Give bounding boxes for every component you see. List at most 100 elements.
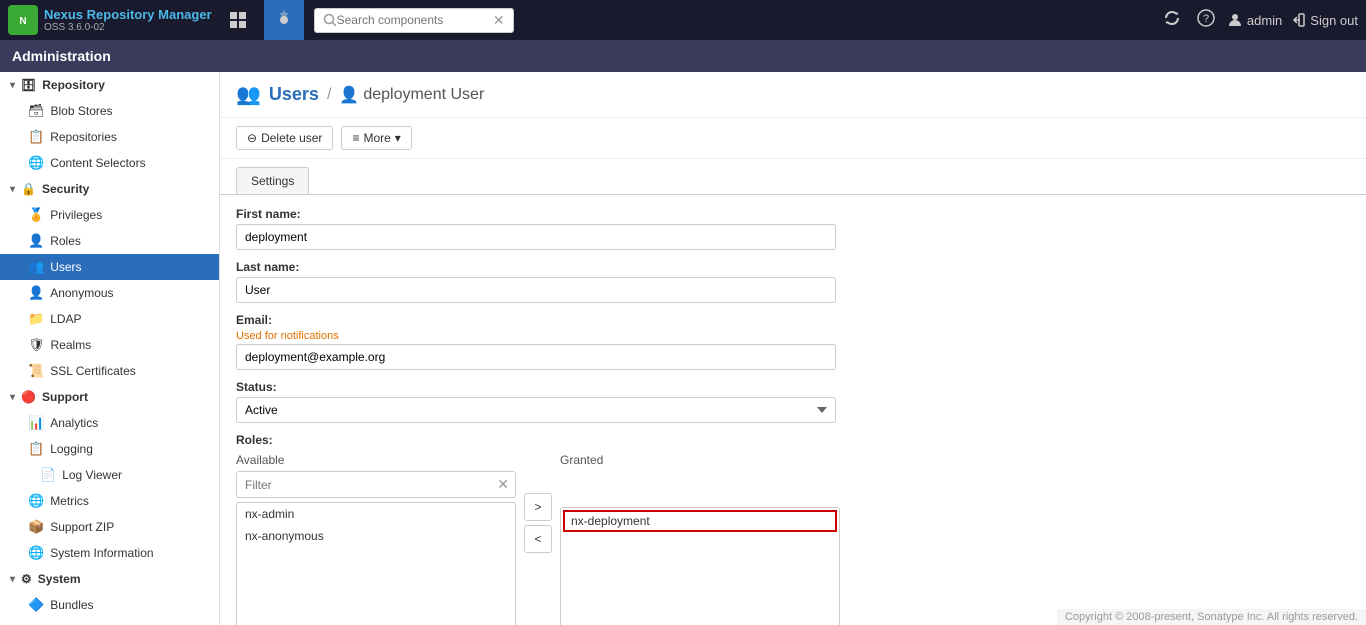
support-zip-icon: 📦 <box>28 519 44 535</box>
sidebar-section-label-repository: Repository <box>42 78 105 92</box>
arrow-icon: ▾ <box>10 80 15 91</box>
sidebar-item-system-info[interactable]: 🌐 System Information <box>0 540 219 566</box>
sidebar-section-label-security: Security <box>42 182 89 196</box>
sidebar-item-logging[interactable]: 📋 Logging <box>0 436 219 462</box>
sidebar-item-label-system-info: System Information <box>50 546 153 560</box>
content-selectors-icon: 🌐 <box>28 155 44 171</box>
email-label: Email: <box>236 313 1350 327</box>
sidebar-section-header-support[interactable]: ▾ 🔴 Support <box>0 384 219 410</box>
signout-icon <box>1290 12 1306 28</box>
sidebar-section-header-repository[interactable]: ▾ 🗄 Repository <box>0 72 219 98</box>
sidebar-item-label-log-viewer: Log Viewer <box>62 468 122 482</box>
sidebar-item-label-roles: Roles <box>50 234 81 248</box>
list-item[interactable]: nx-deployment <box>563 510 837 532</box>
list-item[interactable]: nx-anonymous <box>237 525 515 547</box>
sidebar-item-label-analytics: Analytics <box>50 416 98 430</box>
arrow-icon: ▾ <box>10 392 15 403</box>
help-button[interactable]: ? <box>1193 5 1219 36</box>
refresh-button[interactable] <box>1159 5 1185 36</box>
more-arrow-icon: ▾ <box>395 131 401 145</box>
settings-tab[interactable]: Settings <box>236 167 309 194</box>
sidebar-item-roles[interactable]: 👤 Roles <box>0 228 219 254</box>
sidebar-item-label-blob-stores: Blob Stores <box>51 104 113 118</box>
sidebar-item-bundles[interactable]: 🔷 Bundles <box>0 592 219 618</box>
toolbar: ⊖ Delete user ≡ More ▾ <box>220 118 1366 159</box>
sidebar-item-label-metrics: Metrics <box>50 494 89 508</box>
metrics-icon: 🌐 <box>28 493 44 509</box>
sidebar-item-anonymous[interactable]: 👤 Anonymous <box>0 280 219 306</box>
search-icon <box>323 13 337 27</box>
signout-button[interactable]: Sign out <box>1290 12 1358 28</box>
email-input[interactable] <box>236 344 836 370</box>
app-version: OSS 3.6.0-02 <box>44 22 212 33</box>
signout-label: Sign out <box>1310 13 1358 28</box>
nav-browse-button[interactable] <box>218 0 258 40</box>
privileges-icon: 🏅 <box>28 207 44 223</box>
available-column: Available ✕ nx-admin nx-anonymous <box>236 453 516 625</box>
sidebar-section-header-security[interactable]: ▾ 🔒 Security <box>0 176 219 202</box>
sidebar-item-support-zip[interactable]: 📦 Support ZIP <box>0 514 219 540</box>
filter-clear-button[interactable]: ✕ <box>491 472 515 497</box>
realms-icon: 🛡 <box>28 337 45 353</box>
available-roles-list: nx-admin nx-anonymous <box>236 502 516 625</box>
anonymous-icon: 👤 <box>28 285 44 301</box>
sidebar-item-realms[interactable]: 🛡 Realms <box>0 332 219 358</box>
sidebar-item-label-support-zip: Support ZIP <box>50 520 114 534</box>
logo-icon: N <box>8 5 38 35</box>
arrow-icon: ▾ <box>10 574 15 585</box>
lastname-input[interactable] <box>236 277 836 303</box>
sidebar-item-analytics[interactable]: 📊 Analytics <box>0 410 219 436</box>
delete-user-button[interactable]: ⊖ Delete user <box>236 126 333 150</box>
transfer-right-button[interactable]: > <box>524 493 552 521</box>
firstname-input[interactable] <box>236 224 836 250</box>
user-info: admin <box>1227 12 1282 28</box>
svg-text:N: N <box>19 16 26 27</box>
search-clear-button[interactable]: ✕ <box>493 12 505 29</box>
available-label: Available <box>236 453 516 467</box>
granted-label: Granted <box>560 453 840 467</box>
system-info-icon: 🌐 <box>28 545 44 561</box>
sidebar-item-label-realms: Realms <box>51 338 92 352</box>
sidebar-item-ssl-certs[interactable]: 📜 SSL Certificates <box>0 358 219 384</box>
sidebar-item-log-viewer[interactable]: 📄 Log Viewer <box>0 462 219 488</box>
roles-filter-input[interactable] <box>237 474 491 496</box>
sidebar-item-label-ldap: LDAP <box>50 312 81 326</box>
search-box[interactable]: ✕ <box>314 8 514 33</box>
sidebar-item-repositories[interactable]: 📋 Repositories <box>0 124 219 150</box>
sidebar-item-users[interactable]: 👥 Users <box>0 254 219 280</box>
sidebar-item-label-bundles: Bundles <box>50 598 93 612</box>
roles-filter-box[interactable]: ✕ <box>236 471 516 498</box>
sidebar-item-content-selectors[interactable]: 🌐 Content Selectors <box>0 150 219 176</box>
username: admin <box>1247 13 1282 28</box>
sidebar-item-capabilities[interactable]: ⚙ Capabilities <box>0 618 219 625</box>
user-icon <box>1227 12 1243 28</box>
topbar: N Nexus Repository Manager OSS 3.6.0-02 … <box>0 0 1366 40</box>
main-layout: ▾ 🗄 Repository 🗃 Blob Stores 📋 Repositor… <box>0 72 1366 625</box>
sidebar-item-metrics[interactable]: 🌐 Metrics <box>0 488 219 514</box>
security-icon: 🔒 <box>21 182 36 196</box>
delete-label: Delete user <box>261 131 322 145</box>
repo-icon: 🗄 <box>21 78 36 92</box>
support-icon: 🔴 <box>21 390 36 404</box>
breadcrumb-current-label: deployment User <box>363 86 484 104</box>
sidebar-item-label-users: Users <box>50 260 81 274</box>
sidebar-item-label-logging: Logging <box>50 442 93 456</box>
transfer-left-button[interactable]: < <box>524 525 552 553</box>
firstname-label: First name: <box>236 207 1350 221</box>
breadcrumb-link[interactable]: Users <box>269 84 319 105</box>
status-select[interactable]: Active Disabled <box>236 397 836 423</box>
status-group: Status: Active Disabled <box>236 380 1350 423</box>
more-button[interactable]: ≡ More ▾ <box>341 126 411 150</box>
breadcrumb: 👥 Users / 👤 deployment User <box>220 72 1366 118</box>
sidebar-item-blob-stores[interactable]: 🗃 Blob Stores <box>0 98 219 124</box>
system-icon: ⚙ <box>21 572 32 586</box>
nav-settings-button[interactable] <box>264 0 304 40</box>
sidebar-item-privileges[interactable]: 🏅 Privileges <box>0 202 219 228</box>
sidebar-section-security: ▾ 🔒 Security 🏅 Privileges 👤 Roles 👥 User… <box>0 176 219 384</box>
topbar-right: ? admin Sign out <box>1159 5 1358 36</box>
sidebar-item-ldap[interactable]: 📁 LDAP <box>0 306 219 332</box>
list-item[interactable]: nx-admin <box>237 503 515 525</box>
search-input[interactable] <box>337 13 493 27</box>
roles-columns: Available ✕ nx-admin nx-anonymous > <box>236 453 1350 625</box>
sidebar-section-header-system[interactable]: ▾ ⚙ System <box>0 566 219 592</box>
